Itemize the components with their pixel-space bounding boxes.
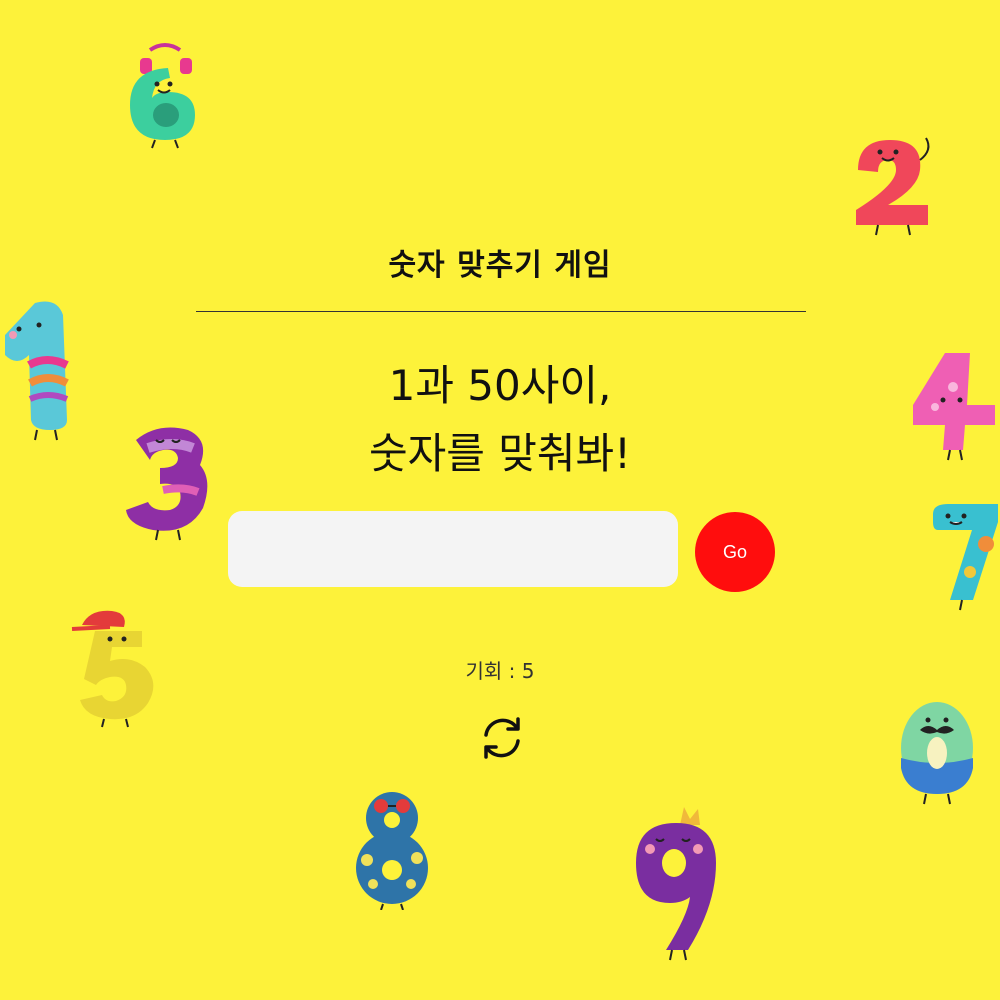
number-eight-character — [356, 792, 428, 910]
prompt-line-1: 1과 50사이, — [388, 361, 612, 410]
number-zero-character — [901, 702, 973, 805]
game-title: 숫자 맞추기 게임 — [388, 248, 612, 283]
game-page: 숫자 맞추기 게임 1과 50사이, 숫자를 맞춰봐! Go 기회 : 5 — [0, 0, 1000, 1000]
number-seven-character — [933, 504, 998, 611]
number-two-character — [856, 137, 930, 236]
reset-button[interactable] — [475, 711, 529, 765]
go-button[interactable]: Go — [695, 512, 775, 592]
guess-input[interactable] — [228, 511, 678, 587]
number-nine-character — [636, 807, 716, 961]
refresh-icon — [484, 717, 520, 759]
prompt-line-2: 숫자를 맞춰봐! — [368, 429, 632, 478]
game-prompt: 1과 50사이, 숫자를 맞춰봐! — [0, 352, 1000, 488]
title-divider — [196, 311, 806, 312]
number-six-character — [130, 43, 195, 149]
chances-remaining: 기회 : 5 — [465, 659, 535, 683]
